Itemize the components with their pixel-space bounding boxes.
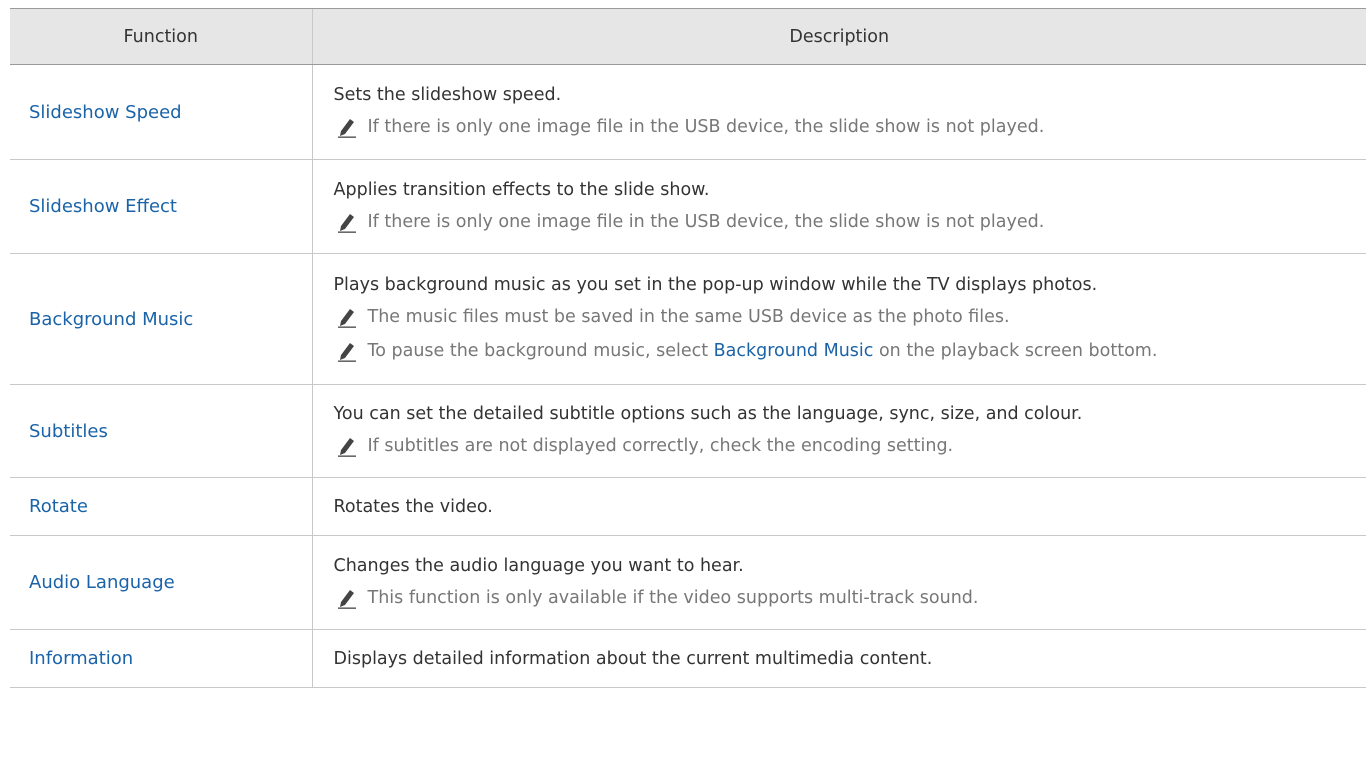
table-row: Slideshow Effect Applies transition effe… xyxy=(10,159,1367,254)
note: This function is only available if the v… xyxy=(334,581,1367,615)
function-link-information[interactable]: Information xyxy=(10,629,312,688)
note-text: If there is only one image file in the U… xyxy=(367,211,1045,232)
function-link-slideshow-effect[interactable]: Slideshow Effect xyxy=(10,159,312,254)
pencil-icon xyxy=(337,343,356,362)
pencil-icon xyxy=(337,213,356,233)
description-cell: Displays detailed information about the … xyxy=(311,629,1366,688)
pencil-icon xyxy=(337,309,356,328)
table-row: Background Music Plays background music … xyxy=(10,253,1367,385)
table-row: Information Displays detailed informatio… xyxy=(10,629,1366,688)
description-cell: Plays background music as you set in the… xyxy=(311,253,1367,385)
function-link-background-music[interactable]: Background Music xyxy=(10,253,312,385)
description-text: Plays background music as you set in the… xyxy=(333,275,1098,295)
note: If subtitles are not displayed correctly… xyxy=(334,429,1367,463)
note: The music files must be saved in the sam… xyxy=(334,300,1367,334)
note-text: If subtitles are not displayed correctly… xyxy=(367,436,954,456)
note-text: If there is only one image file in the U… xyxy=(367,117,1045,137)
background-music-link[interactable]: Background Music xyxy=(714,341,874,361)
description-cell: Applies transition effects to the slide … xyxy=(311,159,1367,254)
description-text: Rotates the video. xyxy=(333,496,493,517)
note-text: To pause the background music, select Ba… xyxy=(368,334,1158,368)
function-table-container: Function Description Slideshow Speed Set… xyxy=(10,8,1366,688)
table-row: Audio Language Changes the audio languag… xyxy=(10,535,1367,630)
function-link-slideshow-speed[interactable]: Slideshow Speed xyxy=(10,64,312,160)
note: If there is only one image file in the U… xyxy=(334,205,1367,239)
table-row: Rotate Rotates the video. xyxy=(10,477,1366,536)
description-text: Changes the audio language you want to h… xyxy=(333,555,744,576)
table-header-row: Function Description xyxy=(10,8,1366,65)
note-text: The music files must be saved in the sam… xyxy=(367,307,1010,327)
pencil-icon xyxy=(337,589,356,609)
pencil-icon xyxy=(337,438,356,457)
description-cell: Changes the audio language you want to h… xyxy=(311,535,1367,630)
header-description: Description xyxy=(311,8,1366,65)
table-row: Subtitles You can set the detailed subti… xyxy=(10,384,1367,478)
description-text: Applies transition effects to the slide … xyxy=(333,179,710,200)
function-table: Function Description Slideshow Speed Set… xyxy=(10,8,1366,688)
function-link-audio-language[interactable]: Audio Language xyxy=(10,535,312,630)
note-text-after: on the playback screen bottom. xyxy=(873,341,1158,361)
note-text: This function is only available if the v… xyxy=(367,587,979,608)
note-text-before: To pause the background music, select xyxy=(367,341,714,361)
note: If there is only one image file in the U… xyxy=(334,110,1367,144)
description-text: Displays detailed information about the … xyxy=(333,648,933,669)
description-cell: Rotates the video. xyxy=(311,477,1366,536)
description-text: You can set the detailed subtitle option… xyxy=(333,404,1083,424)
table-row: Slideshow Speed Sets the slideshow speed… xyxy=(10,64,1367,160)
description-cell: You can set the detailed subtitle option… xyxy=(311,384,1367,478)
function-link-rotate[interactable]: Rotate xyxy=(10,477,312,536)
description-text: Sets the slideshow speed. xyxy=(333,85,562,105)
pencil-icon xyxy=(337,119,356,138)
note: To pause the background music, select Ba… xyxy=(334,334,1367,368)
header-function: Function xyxy=(10,8,312,65)
function-link-subtitles[interactable]: Subtitles xyxy=(10,384,312,478)
description-cell: Sets the slideshow speed. If there is on… xyxy=(311,64,1367,160)
